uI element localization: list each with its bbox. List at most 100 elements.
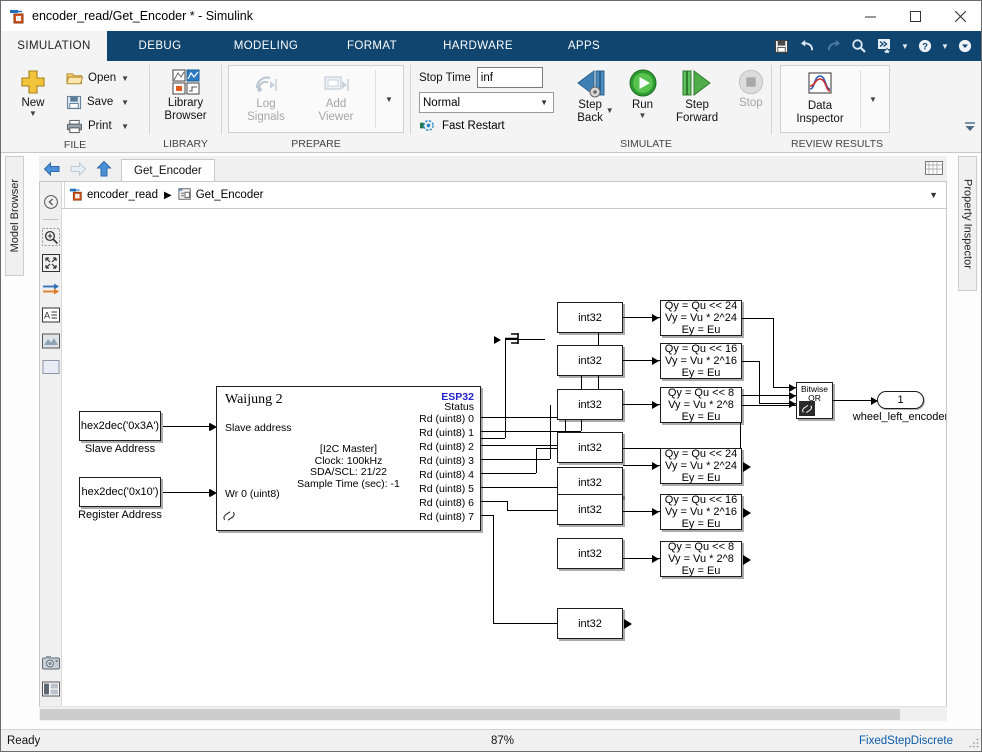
open-button[interactable]: Open ▼ — [63, 66, 138, 90]
stop-button[interactable]: Stop — [731, 65, 771, 109]
back-arrow-icon[interactable] — [39, 157, 65, 181]
block-int32-7[interactable]: int32 — [557, 538, 623, 569]
status-solver[interactable]: FixedStepDiscrete — [859, 735, 953, 747]
close-button[interactable] — [938, 1, 981, 31]
block-int32-3[interactable]: int32 — [557, 389, 623, 420]
fit-to-window-icon[interactable] — [39, 250, 62, 276]
zoom-in-icon[interactable] — [39, 224, 62, 250]
block-waijung2-outport-6: Rd (uint8) 6 — [419, 497, 474, 509]
data-inspector-caret[interactable]: ▼ — [864, 68, 882, 130]
wire-s1-or-h — [742, 318, 773, 319]
block-int32-2[interactable]: int32 — [557, 345, 623, 376]
simulation-mode-select[interactable]: Normal ▼ — [419, 92, 554, 113]
simulink-canvas[interactable]: hex2dec('0x3A') Slave Address hex2dec('0… — [62, 209, 947, 721]
block-shift-4-outport — [743, 461, 751, 472]
maximize-button[interactable] — [893, 1, 938, 31]
minimize-ribbon-icon[interactable] — [953, 34, 977, 58]
new-button[interactable]: New ▼ — [5, 65, 61, 118]
block-shift-6-outport — [743, 554, 751, 565]
new-button-caret[interactable]: ▼ — [29, 110, 37, 118]
block-register-address-text: hex2dec('0x10') — [81, 486, 159, 498]
block-waijung2-status-port: Status — [444, 401, 474, 413]
save-button[interactable]: Save ▼ — [63, 90, 138, 114]
image-icon[interactable] — [39, 328, 62, 354]
help-dropdown-caret[interactable]: ▼ — [939, 34, 951, 58]
property-inspector-tab[interactable]: Property Inspector — [958, 156, 977, 291]
undo-icon[interactable] — [795, 34, 819, 58]
library-browser-button[interactable]: Library Browser — [152, 65, 220, 122]
stop-button-label: Stop — [739, 97, 763, 109]
step-back-button[interactable]: Step Back — [564, 65, 615, 124]
breadcrumb-item-0[interactable]: encoder_read — [87, 189, 158, 201]
save-button-caret[interactable]: ▼ — [121, 98, 135, 107]
step-back-caret[interactable]: ▼ — [606, 106, 614, 115]
block-shift-2[interactable]: Qy = Qu << 16 Vy = Vu * 2^16 Ey = Eu — [660, 343, 742, 379]
block-shift-4[interactable]: Qy = Qu << 24 Vy = Vu * 2^24 Ey = Eu — [660, 448, 742, 484]
status-zoom-level[interactable]: 87% — [491, 735, 514, 747]
tab-debug[interactable]: DEBUG — [107, 31, 213, 61]
tab-apps[interactable]: APPS — [531, 31, 637, 61]
signal-flow-icon[interactable] — [39, 276, 62, 302]
block-bitwise-or[interactable]: Bitwise OR — [796, 382, 833, 419]
run-button[interactable]: Run ▼ — [620, 65, 666, 120]
camera-icon[interactable] — [39, 650, 62, 676]
block-shift-5[interactable]: Qy = Qu << 16 Vy = Vu * 2^16 Ey = Eu — [660, 494, 742, 530]
block-shift-1[interactable]: Qy = Qu << 24 Vy = Vu * 2^24 Ey = Eu — [660, 300, 742, 336]
prepare-more-caret[interactable]: ▼ — [380, 68, 398, 130]
breadcrumb-item-1[interactable]: Get_Encoder — [196, 189, 264, 201]
window-controls — [848, 1, 981, 31]
block-shift-3[interactable]: Qy = Qu << 8 Vy = Vu * 2^8 Ey = Eu — [660, 387, 742, 423]
collapse-ribbon-icon[interactable] — [963, 120, 977, 137]
add-viewer-button[interactable]: Add Viewer — [301, 68, 371, 130]
minimize-button[interactable] — [848, 1, 893, 31]
help-icon[interactable]: ? — [913, 34, 937, 58]
area-icon[interactable] — [39, 354, 62, 380]
open-button-caret[interactable]: ▼ — [121, 74, 135, 83]
customize-quick-access-icon[interactable] — [873, 34, 897, 58]
stop-time-input[interactable] — [476, 67, 543, 88]
canvas-grid-icon[interactable] — [925, 161, 943, 178]
save-icon[interactable] — [769, 34, 793, 58]
step-forward-button[interactable]: Step Forward — [671, 65, 722, 124]
fit-to-view-icon[interactable] — [39, 189, 62, 215]
canvas-horizontal-scrollbar[interactable] — [39, 706, 947, 721]
up-arrow-icon[interactable] — [91, 157, 117, 181]
model-browser-tab[interactable]: Model Browser — [5, 156, 24, 276]
tab-modeling[interactable]: MODELING — [213, 31, 319, 61]
breadcrumb-dropdown-caret[interactable]: ▼ — [929, 190, 938, 200]
print-button[interactable]: Print ▼ — [63, 114, 138, 138]
block-int32-4[interactable]: int32 — [557, 432, 623, 463]
run-button-caret[interactable]: ▼ — [639, 112, 647, 120]
data-inspector-icon — [808, 72, 832, 94]
quick-access-dropdown-caret[interactable]: ▼ — [899, 34, 911, 58]
layout-icon[interactable] — [39, 676, 62, 702]
block-terminator[interactable] — [504, 331, 520, 346]
tab-modeling-label: MODELING — [233, 40, 299, 52]
block-waijung2-outport-0: Rd (uint8) 0 — [419, 413, 474, 425]
block-slave-address[interactable]: hex2dec('0x3A') — [79, 411, 161, 441]
block-outport-1[interactable]: 1 — [877, 391, 924, 409]
wire-rd2-h — [481, 445, 565, 446]
data-inspector-button[interactable]: Data Inspector — [783, 68, 857, 130]
tab-hardware[interactable]: HARDWARE — [425, 31, 531, 61]
block-int32-1[interactable]: int32 — [557, 302, 623, 333]
tab-format[interactable]: FORMAT — [319, 31, 425, 61]
print-button-caret[interactable]: ▼ — [121, 122, 135, 131]
log-signals-line2: Signals — [247, 111, 285, 123]
annotation-icon[interactable]: A — [39, 302, 62, 328]
resize-grip-icon[interactable] — [969, 738, 979, 748]
scrollbar-thumb[interactable] — [40, 709, 900, 720]
chevron-down-icon: ▼ — [540, 98, 548, 107]
block-register-address[interactable]: hex2dec('0x10') — [79, 477, 161, 507]
block-waijung2[interactable]: Waijung 2 ESP32 Status Slave address Wr … — [216, 386, 481, 531]
log-signals-button[interactable]: Log Signals — [231, 68, 301, 130]
wire-i4-branch-h2 — [740, 395, 796, 396]
fast-restart-label: Fast Restart — [442, 119, 505, 132]
block-shift-6[interactable]: Qy = Qu << 8 Vy = Vu * 2^8 Ey = Eu — [660, 541, 742, 577]
tab-simulation[interactable]: SIMULATION — [1, 31, 107, 61]
block-waijung2-inport-arrow-0 — [209, 422, 216, 431]
block-int32-6[interactable]: int32 — [557, 494, 623, 525]
block-int32-8[interactable]: int32 — [557, 608, 623, 639]
canvas-tab-get-encoder[interactable]: Get_Encoder — [121, 159, 215, 181]
search-icon[interactable] — [847, 34, 871, 58]
